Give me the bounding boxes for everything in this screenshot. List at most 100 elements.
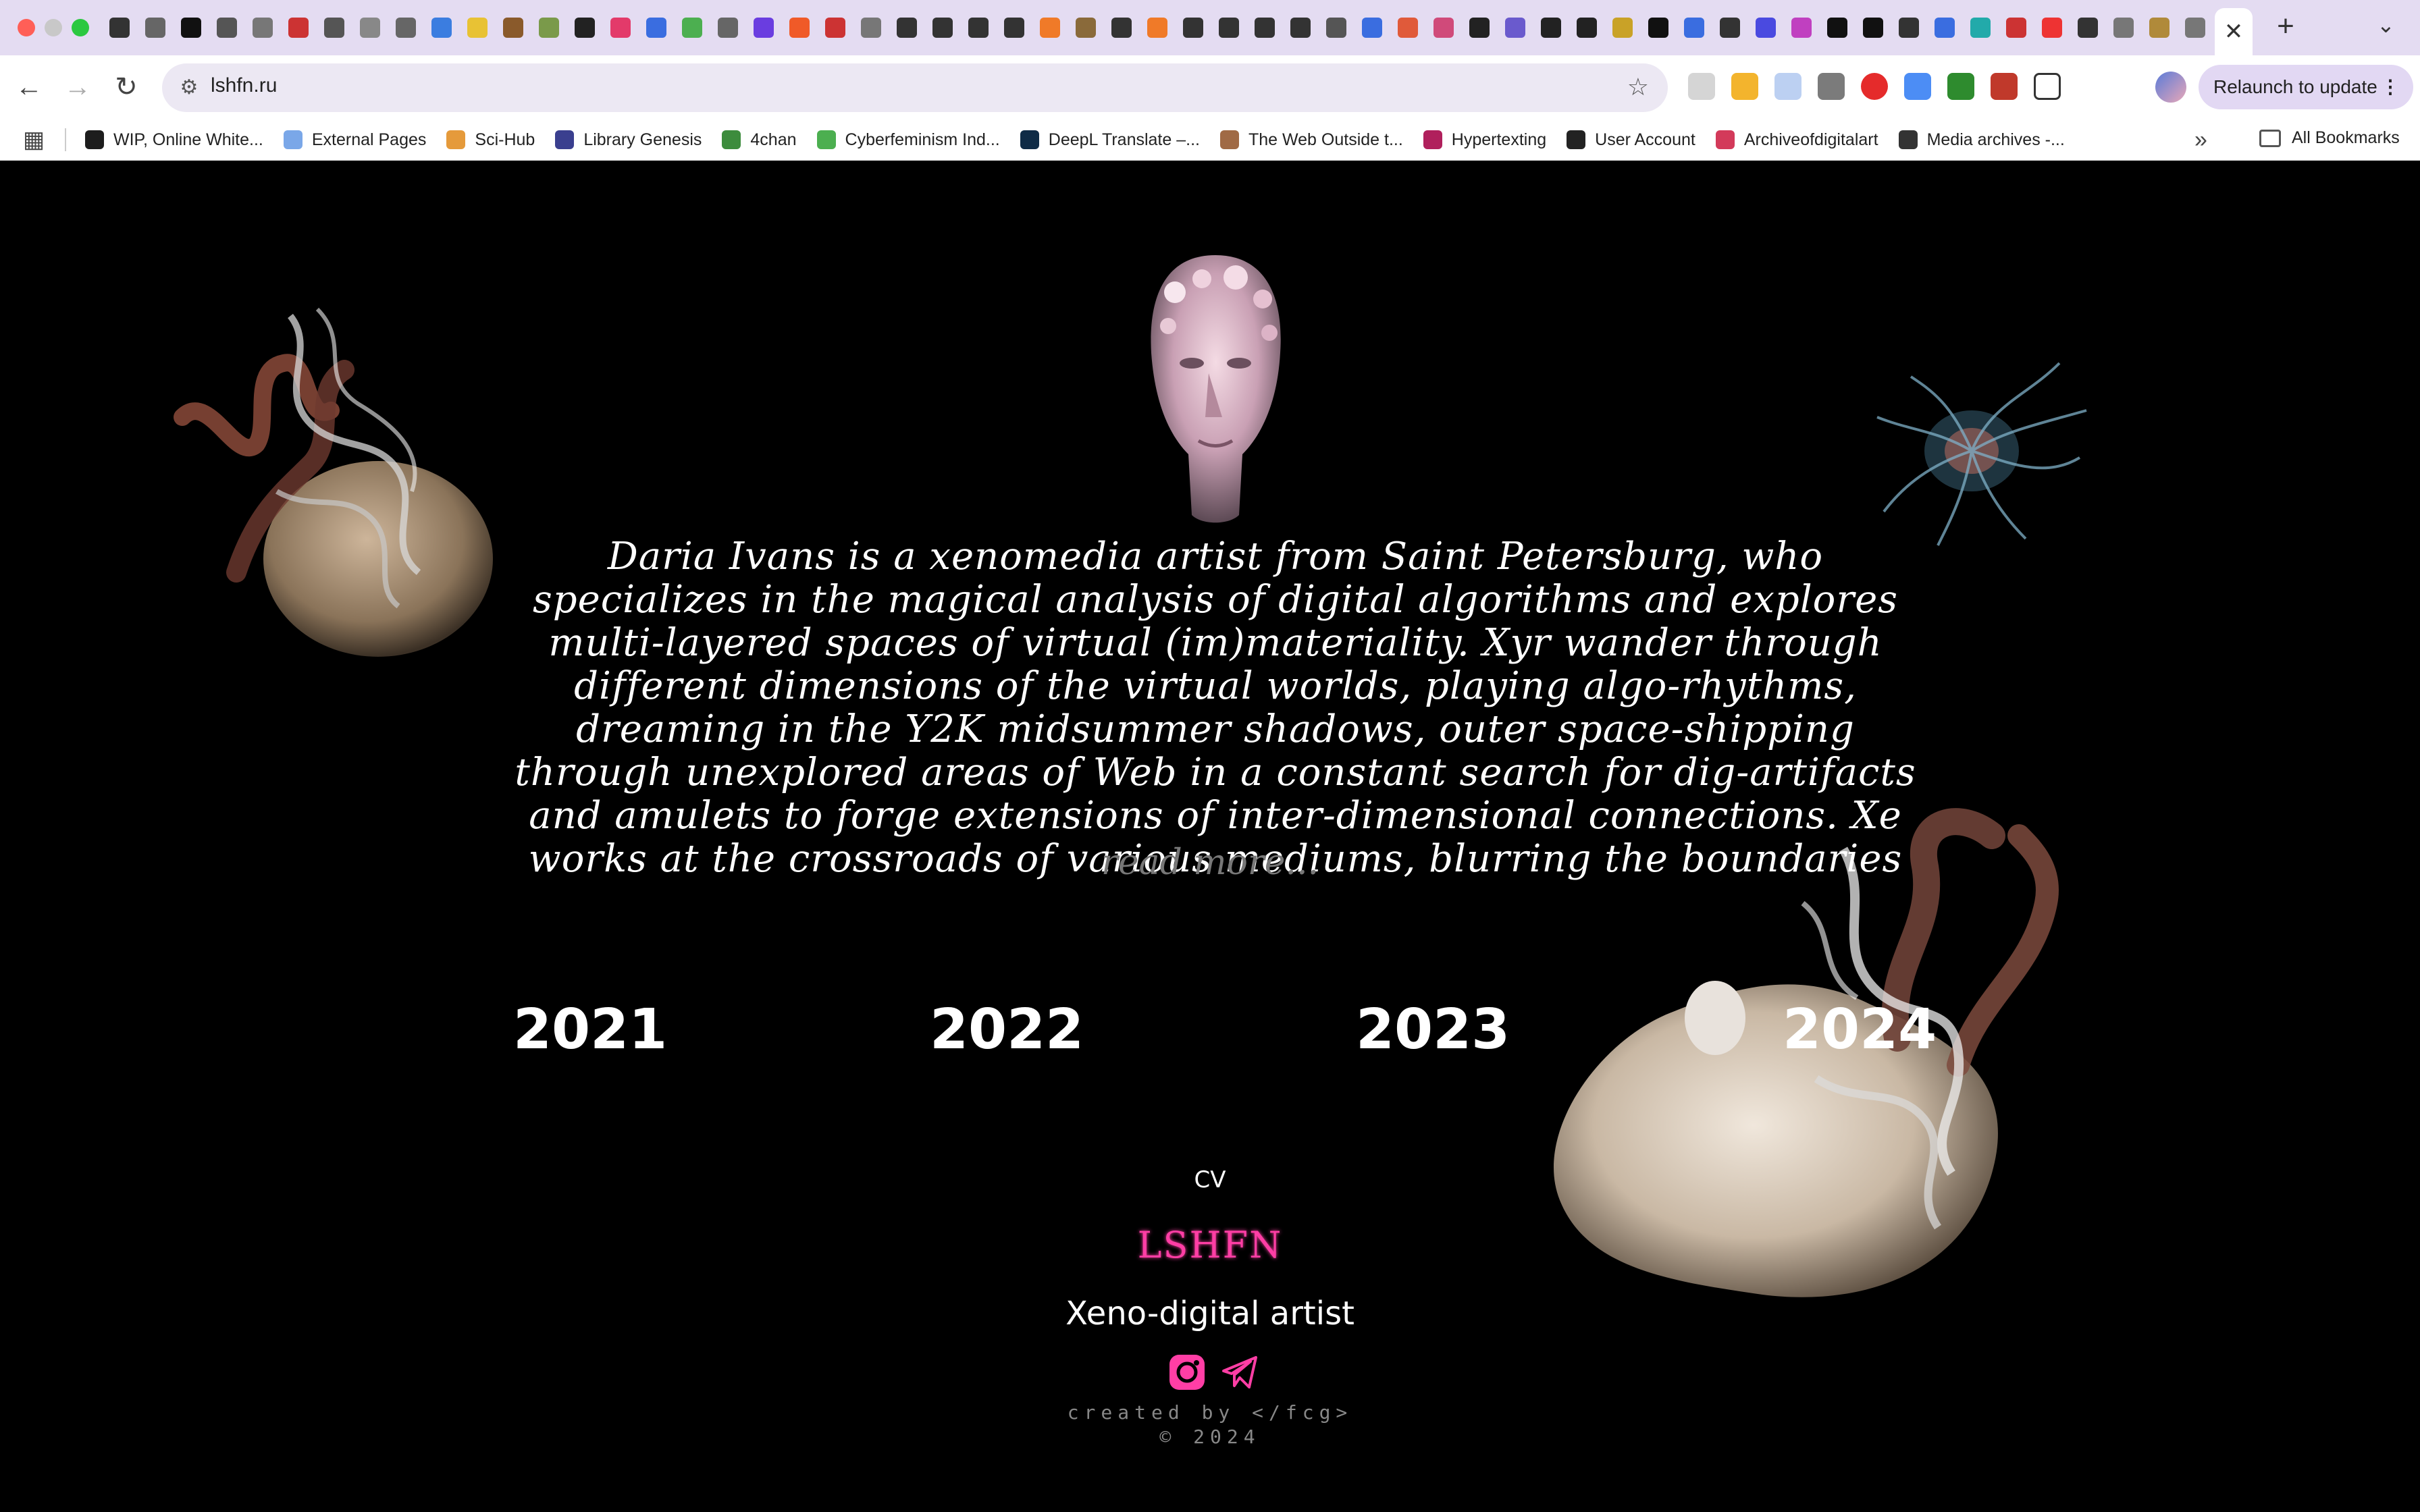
new-tab-button[interactable]: + [2269,9,2303,43]
pinned-tab[interactable] [960,12,996,43]
pinned-tab[interactable] [567,12,602,43]
telegram-icon[interactable] [1219,1352,1260,1393]
site-info-icon[interactable]: ⚙ [177,76,201,100]
bookmark-item[interactable]: External Pages [283,130,426,150]
pinned-tab[interactable] [710,12,745,43]
address-bar[interactable]: ⚙ lshfn.ru ☆ [162,63,1668,112]
pinned-tab[interactable] [137,12,173,43]
extension-icon[interactable] [1731,73,1758,100]
pinned-tab[interactable] [674,12,710,43]
active-tab[interactable]: ✕ [2215,8,2253,55]
close-window-button[interactable] [18,19,35,36]
pinned-tab[interactable] [316,12,352,43]
relaunch-button[interactable]: Relaunch to update ⋮ [2199,65,2413,109]
back-arrow-icon[interactable]: ← [12,70,46,104]
pinned-tab[interactable] [1569,12,1604,43]
pinned-tab[interactable] [1282,12,1318,43]
pinned-tab[interactable] [352,12,388,43]
bookmark-item[interactable]: Media archives -... [1898,130,2065,150]
pinned-tab[interactable] [1139,12,1175,43]
pinned-tab[interactable] [101,12,137,43]
year-link-2024[interactable]: 2024 [1783,998,1937,1062]
bookmark-item[interactable]: WIP, Online White... [85,130,263,150]
pinned-tab[interactable] [1819,12,1855,43]
pinned-tab[interactable] [1425,12,1461,43]
pinned-tab[interactable] [280,12,316,43]
pinned-tab[interactable] [1783,12,1819,43]
pinned-tab[interactable] [1461,12,1497,43]
pinned-tab[interactable] [1246,12,1282,43]
pinned-tab[interactable] [1640,12,1676,43]
maximize-window-button[interactable] [72,19,89,36]
bookmark-item[interactable]: Hypertexting [1423,130,1546,150]
bookmark-item[interactable]: DeepL Translate –... [1020,130,1200,150]
pinned-tab[interactable] [853,12,889,43]
year-link-2022[interactable]: 2022 [930,998,1084,1062]
pinned-tab[interactable] [1604,12,1640,43]
close-tab-icon[interactable]: ✕ [2224,18,2244,45]
all-bookmarks-button[interactable]: All Bookmarks [2259,128,2400,148]
pinned-tab[interactable] [209,12,244,43]
forward-arrow-icon[interactable]: → [61,70,95,104]
apps-grid-icon[interactable]: ▦ [23,128,46,151]
pinned-tab[interactable] [1103,12,1139,43]
pinned-tab[interactable] [423,12,459,43]
pinned-tab[interactable] [388,12,423,43]
megaphone-icon[interactable] [1991,73,2018,100]
pinned-tab[interactable] [495,12,531,43]
extension-icon[interactable] [1774,73,1801,100]
extension-icon[interactable] [1818,73,1845,100]
pinned-tab[interactable] [638,12,674,43]
puzzle-extensions-icon[interactable] [2034,73,2061,100]
url-text[interactable]: lshfn.ru [211,74,277,97]
pinned-tab[interactable] [2070,12,2105,43]
pinned-tab[interactable] [1175,12,1211,43]
bookmark-item[interactable]: User Account [1567,130,1695,150]
pinned-tab[interactable] [1712,12,1747,43]
pinned-tab[interactable] [173,12,209,43]
pinned-tab[interactable] [781,12,817,43]
pinned-tab[interactable] [459,12,495,43]
bookmark-star-icon[interactable]: ☆ [1627,73,1649,101]
profile-avatar[interactable] [2155,72,2186,103]
more-bookmarks-icon[interactable]: » [2194,127,2207,153]
pinned-tab[interactable] [1998,12,2034,43]
reload-icon[interactable]: ↻ [109,70,143,104]
pinned-tab[interactable] [1211,12,1246,43]
pinned-tab[interactable] [2105,12,2141,43]
pinned-tab[interactable] [1354,12,1390,43]
extension-icon[interactable] [1904,73,1931,100]
pinned-tab[interactable] [1747,12,1783,43]
pinned-tab[interactable] [1390,12,1425,43]
download-arrow-icon[interactable] [1947,73,1974,100]
instagram-icon[interactable] [1167,1352,1207,1393]
pinned-tab[interactable] [1318,12,1354,43]
extension-icon[interactable] [1861,73,1888,100]
pinned-tab[interactable] [1032,12,1068,43]
pinned-tab[interactable] [1962,12,1998,43]
bookmark-item[interactable]: Library Genesis [555,130,702,150]
pinned-tab[interactable] [1497,12,1533,43]
pinned-tab[interactable] [602,12,638,43]
pinned-tab[interactable] [889,12,924,43]
kebab-menu-icon[interactable]: ⋮ [2381,65,2400,109]
pinned-tab[interactable] [244,12,280,43]
read-more-link[interactable]: read more... [0,842,2420,883]
pinned-tab[interactable] [1926,12,1962,43]
pinned-tab[interactable] [531,12,567,43]
pinned-tab[interactable] [745,12,781,43]
pinned-tab[interactable] [1676,12,1712,43]
year-link-2021[interactable]: 2021 [513,998,667,1062]
cv-link[interactable]: CV [0,1166,2420,1193]
bookmark-item[interactable]: The Web Outside t... [1219,130,1403,150]
year-link-2023[interactable]: 2023 [1356,998,1510,1062]
tab-search-chevron-icon[interactable]: ⌄ [2377,12,2395,38]
minimize-window-button[interactable] [45,19,62,36]
pinned-tab[interactable] [1855,12,1891,43]
pinned-tab[interactable] [2034,12,2070,43]
extension-icon[interactable] [1688,73,1715,100]
pinned-tab[interactable] [2177,12,2213,43]
pinned-tab[interactable] [996,12,1032,43]
pinned-tab[interactable] [1533,12,1569,43]
pinned-tab[interactable] [924,12,960,43]
